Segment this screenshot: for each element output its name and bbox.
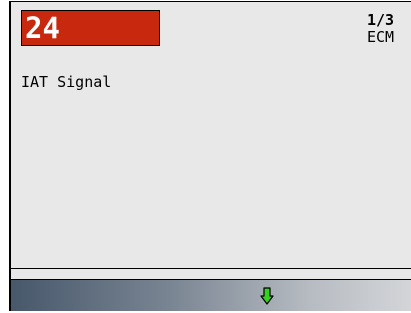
device-screen: 24 1/3 ECM IAT Signal bbox=[9, 1, 411, 311]
code-description: IAT Signal bbox=[21, 73, 112, 91]
divider bbox=[11, 268, 411, 269]
navigation-bar bbox=[11, 279, 411, 311]
module-label: ECM bbox=[367, 28, 395, 46]
trouble-code-box: 24 bbox=[21, 10, 160, 46]
arrow-down-icon[interactable] bbox=[260, 287, 274, 305]
page-indicator: 1/3 bbox=[367, 11, 395, 29]
